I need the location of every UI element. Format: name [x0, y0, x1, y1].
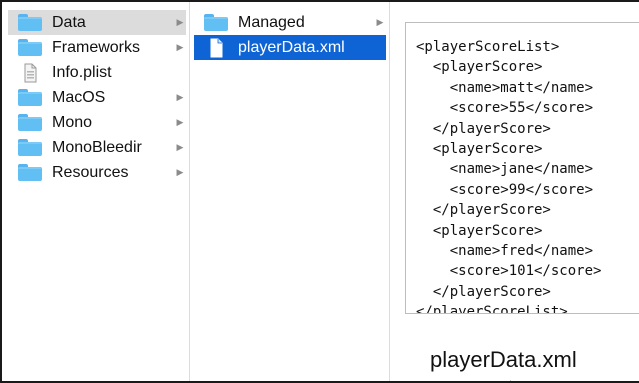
- column-1[interactable]: Data ▶ Frameworks ▶ Info.plist MacOS ▶ M…: [2, 2, 190, 381]
- folder-icon: [18, 114, 42, 131]
- column-1-item-info-plist[interactable]: Info.plist: [8, 60, 186, 85]
- preview-file-name: playerData.xml: [430, 347, 577, 372]
- preview-pane: <playerScoreList> <playerScore> <name>ma…: [390, 2, 639, 381]
- column-1-item-frameworks[interactable]: Frameworks ▶: [8, 35, 186, 60]
- column-1-item-resources[interactable]: Resources ▶: [8, 160, 186, 185]
- folder-icon: [18, 164, 42, 181]
- column-1-item-data[interactable]: Data ▶: [8, 10, 186, 35]
- item-label: MonoBleedir: [52, 138, 142, 156]
- item-label: playerData.xml: [238, 38, 345, 56]
- column-1-item-macos[interactable]: MacOS ▶: [8, 85, 186, 110]
- item-label: Mono: [52, 113, 93, 131]
- disclosure-arrow-icon: ▶: [176, 92, 184, 102]
- column-2[interactable]: Managed ▶ playerData.xml: [190, 2, 390, 381]
- column-1-item-mono[interactable]: Mono ▶: [8, 110, 186, 135]
- item-label: MacOS: [52, 88, 106, 106]
- disclosure-arrow-icon: ▶: [176, 117, 184, 127]
- folder-icon: [18, 39, 42, 56]
- plist-file-icon: [24, 63, 37, 82]
- folder-icon: [18, 14, 42, 31]
- disclosure-arrow-icon: ▶: [176, 42, 184, 52]
- item-label: Frameworks: [52, 38, 141, 56]
- disclosure-arrow-icon: ▶: [176, 142, 184, 152]
- file-preview: <playerScoreList> <playerScore> <name>ma…: [405, 22, 639, 314]
- column-1-item-monobleedir[interactable]: MonoBleedir ▶: [8, 135, 186, 160]
- item-label: Info.plist: [52, 63, 112, 81]
- item-label: Managed: [238, 13, 305, 31]
- column-2-item-playerdata-xml[interactable]: playerData.xml: [194, 35, 386, 60]
- column-2-item-managed[interactable]: Managed ▶: [194, 10, 386, 35]
- disclosure-arrow-icon: ▶: [176, 167, 184, 177]
- item-label: Resources: [52, 163, 129, 181]
- disclosure-arrow-icon: ▶: [176, 17, 184, 27]
- document-icon: [210, 38, 223, 57]
- disclosure-arrow-icon: ▶: [376, 17, 384, 27]
- folder-icon: [18, 89, 42, 106]
- folder-icon: [18, 139, 42, 156]
- finder-column-browser: Data ▶ Frameworks ▶ Info.plist MacOS ▶ M…: [0, 0, 639, 383]
- item-label: Data: [52, 13, 86, 31]
- folder-icon: [204, 14, 228, 31]
- xml-content: <playerScoreList> <playerScore> <name>ma…: [416, 39, 602, 314]
